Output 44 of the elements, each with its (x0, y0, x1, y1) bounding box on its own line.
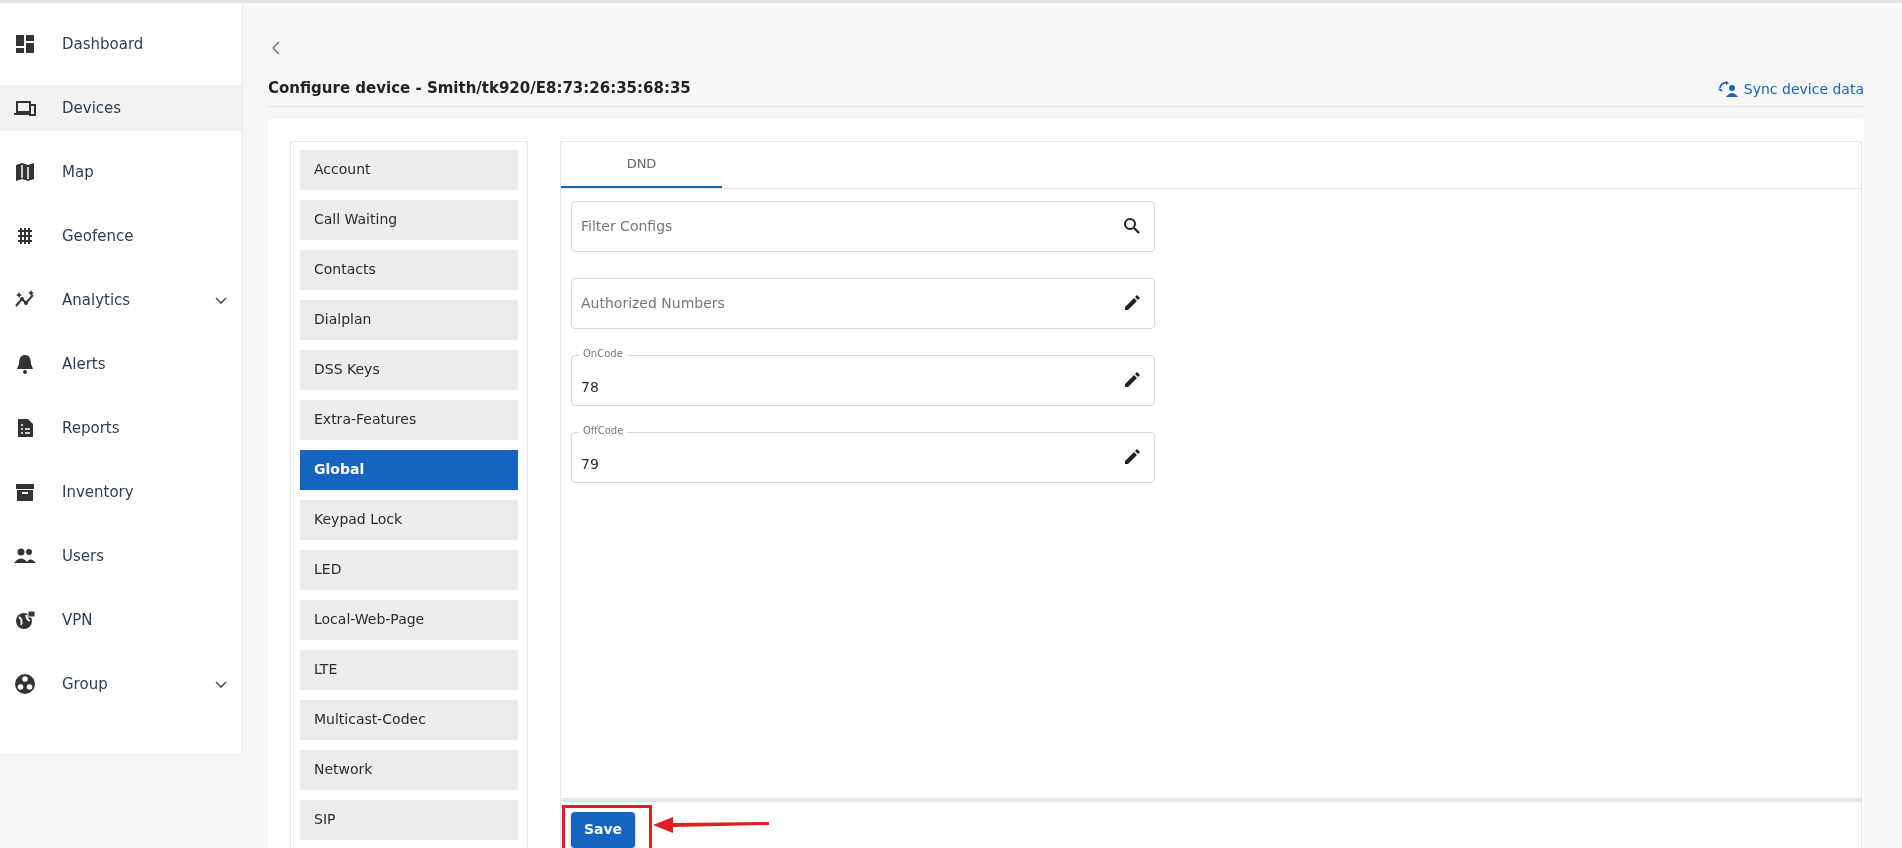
back-chevron-icon[interactable] (271, 41, 281, 55)
config-menu-item[interactable]: LTE (300, 649, 518, 690)
pencil-icon[interactable] (1123, 293, 1141, 312)
sidebar-item[interactable]: Dashboard (0, 21, 242, 67)
sidebar-item[interactable]: Inventory (0, 469, 242, 515)
sidebar-item[interactable]: Group (0, 661, 242, 707)
sidebar-item[interactable]: Reports (0, 405, 242, 451)
config-menu-item[interactable]: Call Waiting (300, 199, 518, 240)
page-title: Configure device - Smith/tk920/E8:73:26:35:68:35 (268, 78, 691, 99)
bell-icon (14, 353, 36, 375)
archive-box-icon (14, 481, 36, 503)
pointer-arrow-icon (653, 815, 769, 834)
globe-lock-icon (14, 609, 36, 631)
dashboard-grid-icon (14, 33, 36, 55)
save-button[interactable]: Save (571, 811, 635, 848)
sync-device-data-link[interactable]: Sync device data (1717, 78, 1864, 100)
config-menu-item[interactable]: Contacts (300, 249, 518, 290)
config-menu-item[interactable]: Multicast-Codec (300, 699, 518, 740)
pencil-icon[interactable] (1123, 447, 1141, 466)
sync-user-icon (1717, 80, 1738, 98)
sidebar-item[interactable]: Alerts (0, 341, 242, 387)
filter-field[interactable]: Filter Configs (571, 200, 1155, 252)
three-circles-icon (14, 673, 36, 695)
sidebar-item[interactable]: Devices (0, 85, 242, 131)
config-menu-item[interactable]: Global (300, 449, 518, 490)
sidebar-item[interactable]: VPN (0, 597, 242, 643)
config-menu-item[interactable]: Keypad Lock (300, 499, 518, 540)
config-menu-item[interactable]: SIP (300, 799, 518, 840)
config-menu-item[interactable]: Account (300, 149, 518, 190)
map-icon (14, 161, 36, 183)
config-menu-item[interactable]: LED (300, 549, 518, 590)
pencil-icon[interactable] (1123, 370, 1141, 389)
sidebar-item[interactable]: Geofence (0, 213, 242, 259)
sidebar-item[interactable]: Users (0, 533, 242, 579)
sidebar-item[interactable]: Analytics (0, 277, 242, 323)
config-menu-item[interactable]: DSS Keys (300, 349, 518, 390)
config-field[interactable]: Authorized Numbers (571, 277, 1155, 329)
sidebar-item[interactable]: Map (0, 149, 242, 195)
config-menu-item[interactable]: Extra-Features (300, 399, 518, 440)
config-menu-item[interactable]: Network (300, 749, 518, 790)
config-menu-item[interactable]: Local-Web-Page (300, 599, 518, 640)
tab[interactable]: DND (561, 141, 722, 188)
search-icon (1123, 216, 1141, 235)
config-menu-item[interactable]: Dialplan (300, 299, 518, 340)
